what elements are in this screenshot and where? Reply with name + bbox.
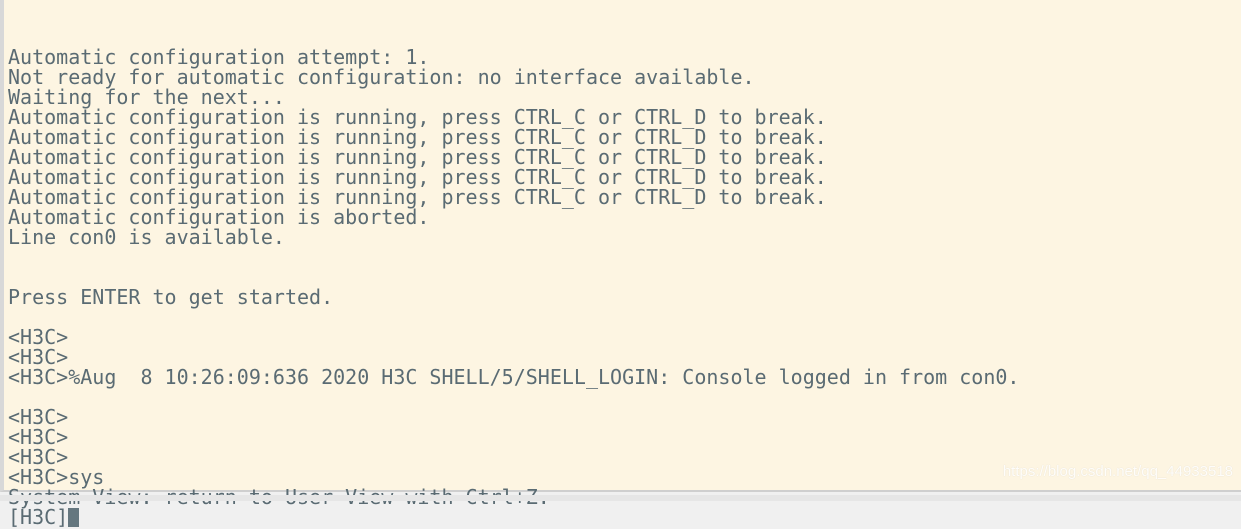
terminal-line: Line con0 is available. (8, 225, 285, 249)
cursor (68, 508, 80, 527)
terminal-window[interactable]: Automatic configuration attempt: 1. Not r… (0, 0, 1241, 527)
terminal-line: <H3C> (8, 425, 69, 449)
terminal-line: <H3C> (8, 405, 69, 429)
terminal-line: Automatic configuration is running, pres… (8, 125, 827, 149)
terminal-output: Automatic configuration attempt: 1. Not r… (8, 7, 1019, 527)
terminal-line: <H3C> (8, 325, 69, 349)
terminal-line: <H3C> (8, 345, 69, 369)
command-prompt-line[interactable]: [H3C] (8, 507, 1019, 527)
terminal-line: Waiting for the next... (8, 85, 285, 109)
terminal-line: <H3C>%Aug 8 10:26:09:636 2020 H3C SHELL/… (8, 365, 1020, 389)
window-bottom-edge (0, 495, 1241, 501)
terminal-line: Automatic configuration attempt: 1. (8, 45, 430, 69)
terminal-line: Automatic configuration is running, pres… (8, 105, 827, 129)
terminal-line: Automatic configuration is aborted. (8, 205, 430, 229)
terminal-line: <H3C>sys (8, 465, 105, 489)
terminal-line: Automatic configuration is running, pres… (8, 165, 827, 189)
prompt: [H3C] (8, 505, 69, 529)
terminal-line: <H3C> (8, 445, 69, 469)
terminal-line: Automatic configuration is running, pres… (8, 185, 827, 209)
watermark: https://blog.csdn.net/qq_44933518 (1002, 463, 1233, 480)
terminal-line: Automatic configuration is running, pres… (8, 145, 827, 169)
terminal-line: Not ready for automatic configuration: n… (8, 65, 755, 89)
terminal-line: Press ENTER to get started. (8, 285, 334, 309)
